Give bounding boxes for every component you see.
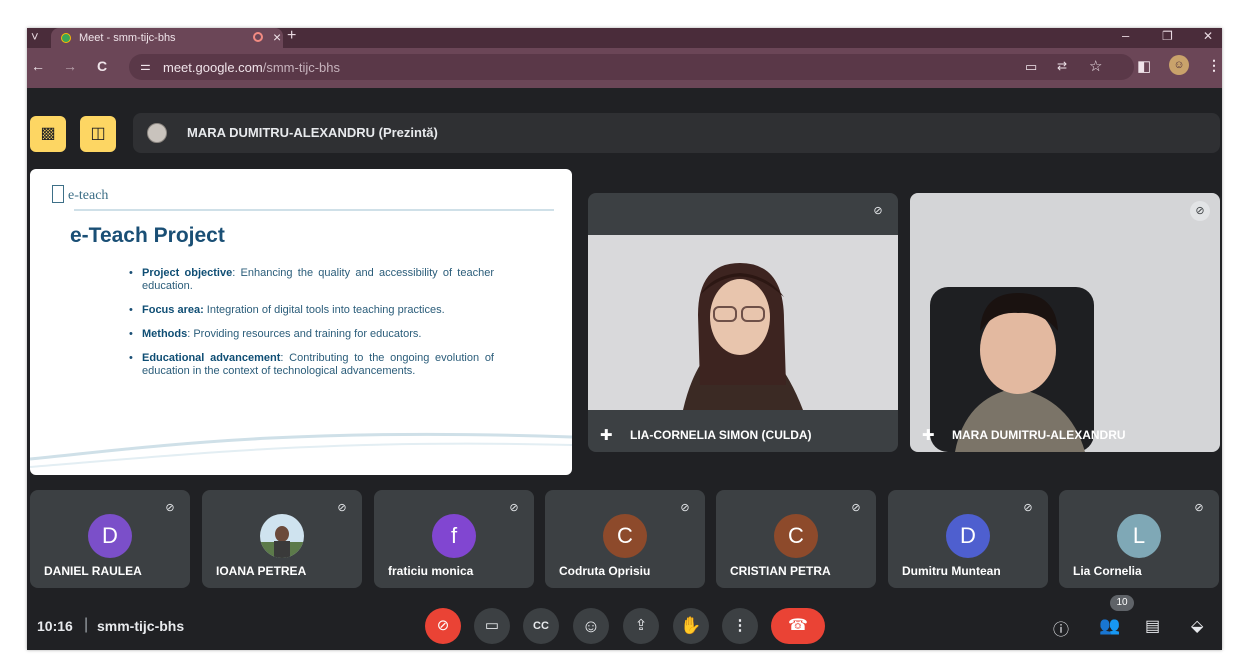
close-window-button[interactable]: ✕	[1203, 29, 1213, 43]
camera-button[interactable]: ▭	[474, 608, 510, 644]
meeting-controls-bar: 10:16 | smm-tijc-bhs ⊘ ▭ CC ☺ ⇪ ✋ ⋮ ☎ ⓘ …	[27, 595, 1222, 650]
browser-window: ˅ Meet - smm-tijc-bhs × + – ❐ ✕ ← → C ⚌ …	[27, 28, 1222, 650]
muted-mic-icon: ⊘	[337, 502, 347, 514]
recording-icon	[253, 32, 263, 42]
participant-video	[683, 263, 803, 410]
participant-name: CRISTIAN PETRA	[730, 564, 831, 578]
muted-mic-icon: ⊘	[165, 502, 175, 514]
video-feed-lia	[588, 235, 898, 410]
tab-strip: ˅ Meet - smm-tijc-bhs × + – ❐ ✕	[27, 28, 1222, 48]
participant-name: Dumitru Muntean	[902, 564, 1001, 578]
presenter-bar: MARA DUMITRU-ALEXANDRU (Prezintă)	[133, 113, 1220, 153]
raise-hand-button[interactable]: ✋	[673, 608, 709, 644]
new-tab-button[interactable]: +	[287, 28, 296, 45]
muted-mic-icon: ⊘	[1023, 502, 1033, 514]
url-domain: meet.google.com	[163, 60, 263, 75]
avatar: C	[603, 514, 647, 558]
meeting-info-icon[interactable]: ⓘ	[1053, 616, 1069, 640]
muted-mic-icon: ⊘	[680, 502, 690, 514]
bookmark-star-icon[interactable]: ☆	[1089, 57, 1102, 75]
tab-list-icon[interactable]: ˅	[31, 29, 39, 44]
people-count-badge: 10	[1110, 595, 1134, 611]
url-text: meet.google.com/smm-tijc-bhs	[163, 60, 340, 75]
presenter-name: MARA DUMITRU-ALEXANDRU (Prezintă)	[187, 125, 438, 140]
address-bar[interactable]: ⚌ meet.google.com/smm-tijc-bhs ▭ ⇄ ☆	[129, 54, 1134, 80]
back-icon[interactable]: ←	[31, 58, 45, 74]
tile-name: LIA-CORNELIA SIMON (CULDA)	[630, 428, 812, 442]
pin-icon[interactable]: ✚	[922, 426, 935, 444]
avatar: D	[88, 514, 132, 558]
url-path: /smm-tijc-bhs	[262, 60, 341, 75]
participant-tile[interactable]: ⊘ f fraticiu monica	[374, 490, 534, 588]
site-info-icon[interactable]: ⚌	[140, 59, 151, 73]
muted-mic-icon: ⊘	[873, 205, 883, 217]
leave-call-button[interactable]: ☎	[771, 608, 825, 644]
participant-name: Lia Cornelia	[1073, 564, 1142, 578]
meeting-code: smm-tijc-bhs	[97, 618, 185, 634]
profile-avatar[interactable]: ☺	[1169, 55, 1189, 75]
avatar-photo	[260, 526, 304, 558]
participant-video	[930, 287, 1094, 452]
muted-mic-icon: ⊘	[509, 502, 519, 514]
avatar: C	[774, 514, 818, 558]
tab-meet[interactable]: Meet - smm-tijc-bhs ×	[51, 28, 283, 48]
avatar: f	[432, 514, 476, 558]
participant-name: Codruta Oprisiu	[559, 564, 651, 578]
translate-icon[interactable]: ⇄	[1057, 59, 1067, 73]
participant-name: fraticiu monica	[388, 564, 474, 578]
browser-toolbar: ← → C ⚌ meet.google.com/smm-tijc-bhs ▭ ⇄…	[27, 48, 1222, 88]
participant-name: IOANA PETREA	[216, 564, 307, 578]
participant-tile[interactable]: ⊘ C CRISTIAN PETRA	[716, 490, 876, 588]
emoji-button[interactable]: ☺	[573, 608, 609, 644]
muted-mic-icon: ⊘	[1194, 502, 1204, 514]
avatar: D	[946, 514, 990, 558]
slide-wave-decoration	[30, 432, 572, 468]
participant-tile[interactable]: ⊘ C Codruta Oprisiu	[545, 490, 705, 588]
participant-tile[interactable]: ⊘ L Lia Cornelia	[1059, 490, 1219, 588]
people-icon[interactable]: 👥	[1099, 616, 1120, 636]
camera-off-icon[interactable]: ▩	[30, 116, 66, 152]
shared-slide: e-teach e-Teach Project Project objectiv…	[30, 169, 572, 475]
muted-mic-icon: ⊘	[1190, 201, 1210, 221]
muted-mic-icon: ⊘	[851, 502, 861, 514]
present-button[interactable]: ⇪	[623, 608, 659, 644]
activities-icon[interactable]: ⬙	[1191, 616, 1203, 636]
tab-title: Meet - smm-tijc-bhs	[79, 32, 176, 44]
participant-tile[interactable]: ⊘ IOANA PETREA	[202, 490, 362, 588]
minimize-button[interactable]: –	[1122, 28, 1129, 43]
restore-button[interactable]: ❐	[1162, 29, 1173, 43]
mic-off-button[interactable]: ⊘	[425, 608, 461, 644]
video-feed-mara	[910, 193, 1220, 452]
chat-icon[interactable]: ▤	[1145, 616, 1160, 636]
participant-name: DANIEL RAULEA	[44, 564, 142, 578]
meet-favicon-icon	[61, 33, 71, 43]
presenter-avatar	[147, 123, 167, 143]
reload-icon[interactable]: C	[97, 58, 107, 74]
meeting-time: 10:16	[37, 618, 73, 634]
captions-button[interactable]: CC	[523, 608, 559, 644]
camera-in-use-icon[interactable]: ▭	[1025, 59, 1037, 75]
leave-room-icon[interactable]: ◫	[80, 116, 116, 152]
participant-tile[interactable]: ⊘ D DANIEL RAULEA	[30, 490, 190, 588]
avatar	[260, 514, 304, 558]
video-tile-lia[interactable]: ⊘ ✚ LIA-CORNELIA SIMON (CULDA)	[588, 193, 898, 452]
participant-tile[interactable]: ⊘ D Dumitru Muntean	[888, 490, 1048, 588]
side-panel-icon[interactable]: ◧	[1137, 57, 1151, 75]
avatar: L	[1117, 514, 1161, 558]
forward-icon[interactable]: →	[63, 58, 77, 74]
tile-name: MARA DUMITRU-ALEXANDRU	[952, 428, 1126, 442]
browser-menu-icon[interactable]: ⋮	[1207, 57, 1221, 74]
tab-close-icon[interactable]: ×	[273, 29, 281, 45]
pin-icon[interactable]: ✚	[600, 426, 613, 444]
video-tile-mara[interactable]: ⊘ ✚ MARA DUMITRU-ALEXANDRU	[910, 193, 1220, 452]
divider: |	[84, 616, 89, 633]
more-options-button[interactable]: ⋮	[722, 608, 758, 644]
